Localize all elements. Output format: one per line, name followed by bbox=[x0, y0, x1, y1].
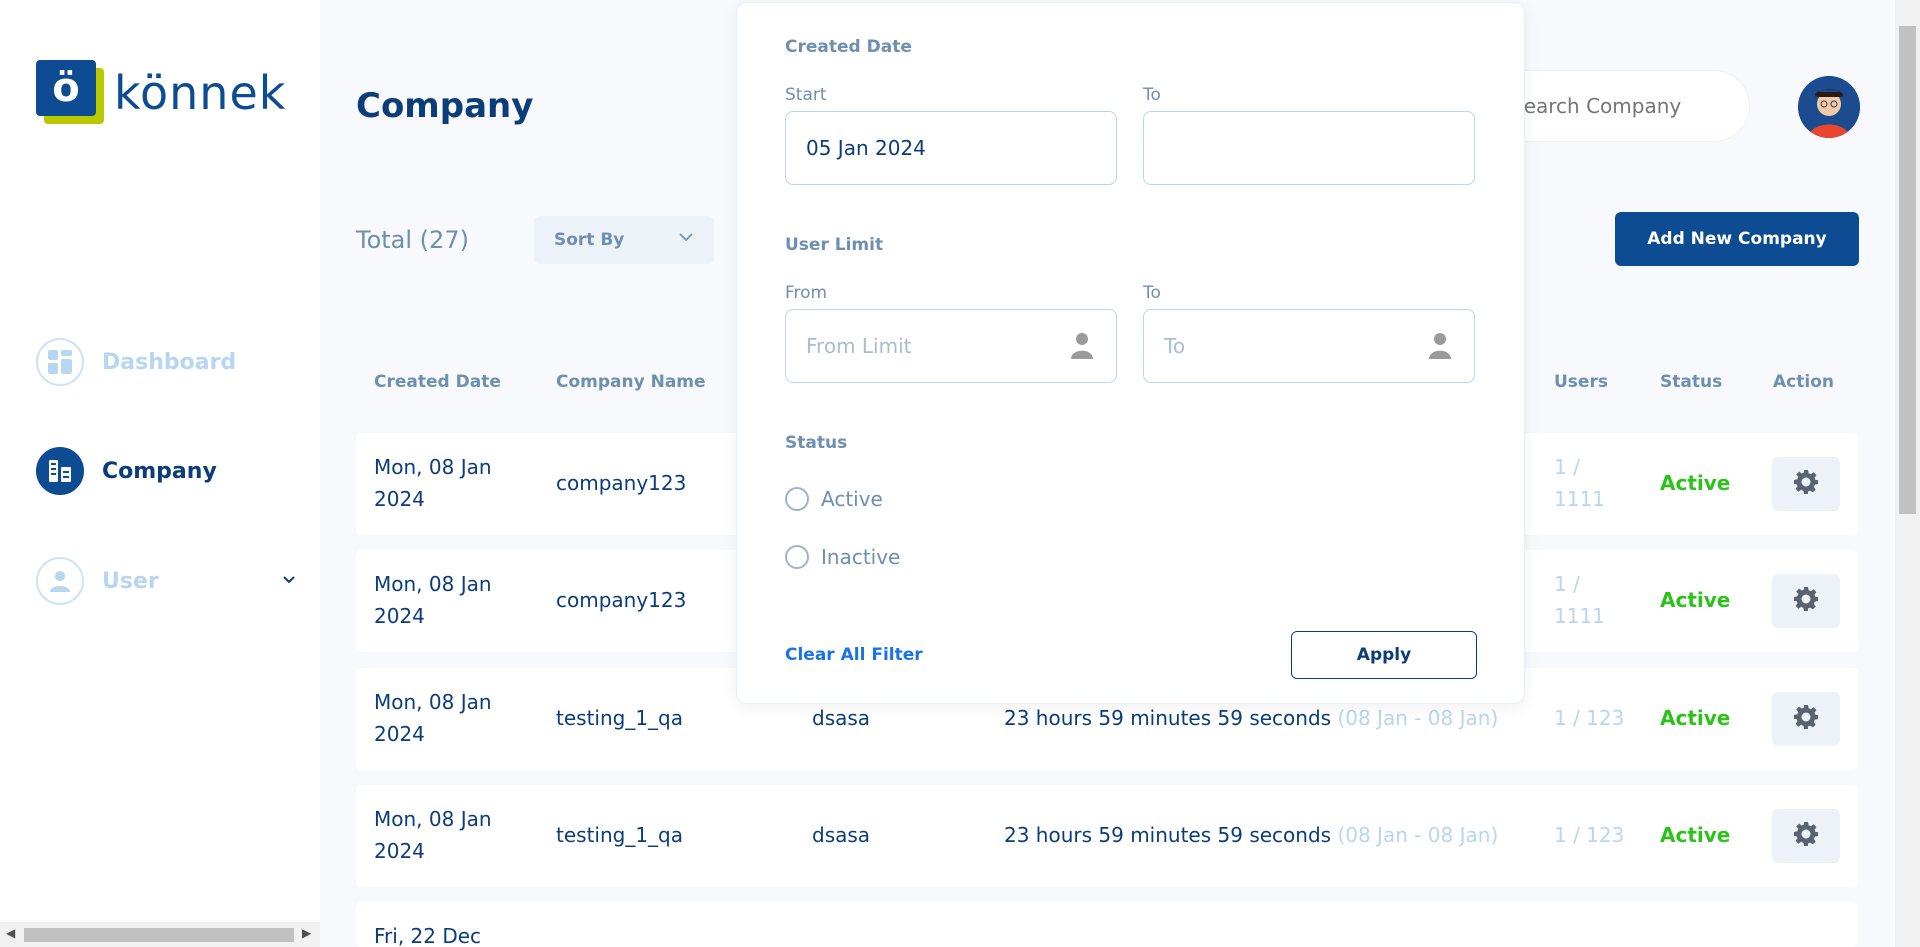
search-input[interactable] bbox=[1491, 71, 1749, 141]
konnek-logo[interactable]: ö könnek bbox=[36, 60, 286, 126]
sidebar: ö könnek Dashboard Company User ◀ ▶ bbox=[0, 0, 320, 947]
status-option-active[interactable]: Active bbox=[785, 487, 883, 511]
avatar[interactable] bbox=[1798, 76, 1860, 138]
user-icon bbox=[36, 557, 84, 605]
sidebar-item-label: User bbox=[102, 568, 159, 594]
column-header-company-name[interactable]: Company Name bbox=[556, 372, 706, 392]
status-badge: Active bbox=[1660, 706, 1731, 730]
column-header-status[interactable]: Status bbox=[1660, 372, 1722, 392]
company-buildings-icon bbox=[36, 447, 84, 495]
row-settings-button[interactable] bbox=[1772, 809, 1840, 863]
scrollbar-thumb[interactable] bbox=[24, 928, 294, 942]
column-header-action: Action bbox=[1773, 372, 1834, 392]
scrollbar-thumb[interactable] bbox=[1899, 26, 1916, 514]
from-limit-label: From bbox=[785, 283, 828, 303]
column-header-users[interactable]: Users bbox=[1554, 372, 1608, 392]
status-section-title: Status bbox=[785, 433, 848, 453]
status-badge: Active bbox=[1660, 588, 1731, 612]
end-date-input[interactable] bbox=[1143, 111, 1475, 185]
created-date-cell: Fri, 22 Dec bbox=[374, 924, 482, 947]
vertical-scrollbar[interactable] bbox=[1895, 0, 1920, 947]
status-option-inactive[interactable]: Inactive bbox=[785, 545, 900, 569]
page-title: Company bbox=[356, 86, 534, 126]
sidebar-item-company[interactable]: Company bbox=[36, 446, 296, 496]
sidebar-item-label: Dashboard bbox=[102, 349, 237, 375]
from-limit-placeholder: From Limit bbox=[806, 334, 912, 358]
chevron-down-icon bbox=[678, 228, 694, 247]
dashboard-grid-icon bbox=[36, 338, 84, 386]
from-limit-input[interactable]: From Limit bbox=[785, 309, 1117, 383]
apply-button[interactable]: Apply bbox=[1291, 631, 1477, 679]
chevron-down-icon[interactable] bbox=[282, 570, 296, 589]
gear-icon bbox=[1792, 468, 1820, 500]
add-new-company-button[interactable]: Add New Company bbox=[1615, 212, 1859, 266]
search-box[interactable] bbox=[1490, 70, 1750, 142]
created-date-cell: Mon, 08 Jan 2024 bbox=[374, 572, 492, 628]
filter-panel: Created Date Start To 05 Jan 2024 User L… bbox=[736, 2, 1525, 704]
company-name-cell: company123 bbox=[556, 471, 687, 495]
duration-cell: 23 hours 59 minutes 59 seconds (08 Jan -… bbox=[1004, 823, 1499, 847]
logo-text: könnek bbox=[114, 66, 287, 120]
users-cell: 1 / 123 bbox=[1554, 706, 1625, 730]
status-badge: Active bbox=[1660, 471, 1731, 495]
company-name-cell: testing_1_qa bbox=[556, 706, 684, 730]
to-limit-label: To bbox=[1143, 283, 1161, 303]
radio-button[interactable] bbox=[785, 487, 809, 511]
logo-mark: ö bbox=[36, 60, 106, 126]
scroll-left-arrow-icon[interactable]: ◀ bbox=[6, 926, 15, 940]
row-settings-button[interactable] bbox=[1772, 457, 1840, 511]
sort-by-label: Sort By bbox=[554, 230, 625, 250]
sidebar-item-label: Company bbox=[102, 458, 217, 484]
users-cell: 1 /1111 bbox=[1554, 455, 1605, 511]
secondary-name-cell: dsasa bbox=[812, 823, 871, 847]
end-date-label: To bbox=[1143, 85, 1161, 105]
horizontal-scrollbar[interactable]: ◀ ▶ bbox=[0, 922, 320, 947]
row-settings-button[interactable] bbox=[1772, 574, 1840, 628]
to-limit-input[interactable]: To bbox=[1143, 309, 1475, 383]
user-limit-section-title: User Limit bbox=[785, 235, 884, 255]
scroll-right-arrow-icon[interactable]: ▶ bbox=[302, 926, 311, 940]
created-date-cell: Mon, 08 Jan 2024 bbox=[374, 807, 492, 863]
users-cell: 1 / 123 bbox=[1554, 823, 1625, 847]
duration-cell: 23 hours 59 minutes 59 seconds (08 Jan -… bbox=[1004, 706, 1499, 730]
row-settings-button[interactable] bbox=[1772, 692, 1840, 746]
sort-by-dropdown[interactable]: Sort By bbox=[534, 216, 714, 264]
company-name-cell: company123 bbox=[556, 588, 687, 612]
gear-icon bbox=[1792, 703, 1820, 735]
status-option-label: Inactive bbox=[821, 545, 901, 569]
column-header-created-date[interactable]: Created Date bbox=[374, 372, 501, 392]
sidebar-item-dashboard[interactable]: Dashboard bbox=[36, 337, 296, 387]
start-date-value: 05 Jan 2024 bbox=[806, 136, 926, 160]
users-cell: 1 /1111 bbox=[1554, 572, 1605, 628]
created-date-section-title: Created Date bbox=[785, 37, 912, 57]
start-date-label: Start bbox=[785, 85, 827, 105]
sidebar-item-user[interactable]: User bbox=[36, 556, 296, 606]
start-date-input[interactable]: 05 Jan 2024 bbox=[785, 111, 1117, 185]
company-name-cell: testing_1_qa bbox=[556, 823, 684, 847]
created-date-cell: Mon, 08 Jan 2024 bbox=[374, 455, 492, 511]
to-limit-placeholder: To bbox=[1164, 334, 1186, 358]
status-option-label: Active bbox=[821, 487, 883, 511]
person-icon bbox=[1428, 332, 1452, 365]
total-count: Total (27) bbox=[356, 226, 469, 254]
gear-icon bbox=[1792, 820, 1820, 852]
status-badge: Active bbox=[1660, 823, 1731, 847]
person-icon bbox=[1070, 332, 1094, 365]
secondary-name-cell: dsasa bbox=[812, 706, 871, 730]
table-row[interactable]: Mon, 08 Jan 2024 testing_1_qa dsasa 23 ho… bbox=[356, 785, 1858, 887]
radio-button[interactable] bbox=[785, 545, 809, 569]
table-row[interactable]: Fri, 22 Dec bbox=[356, 902, 1858, 947]
created-date-cell: Mon, 08 Jan 2024 bbox=[374, 690, 492, 746]
gear-icon bbox=[1792, 585, 1820, 617]
clear-all-filter-link[interactable]: Clear All Filter bbox=[785, 645, 923, 665]
